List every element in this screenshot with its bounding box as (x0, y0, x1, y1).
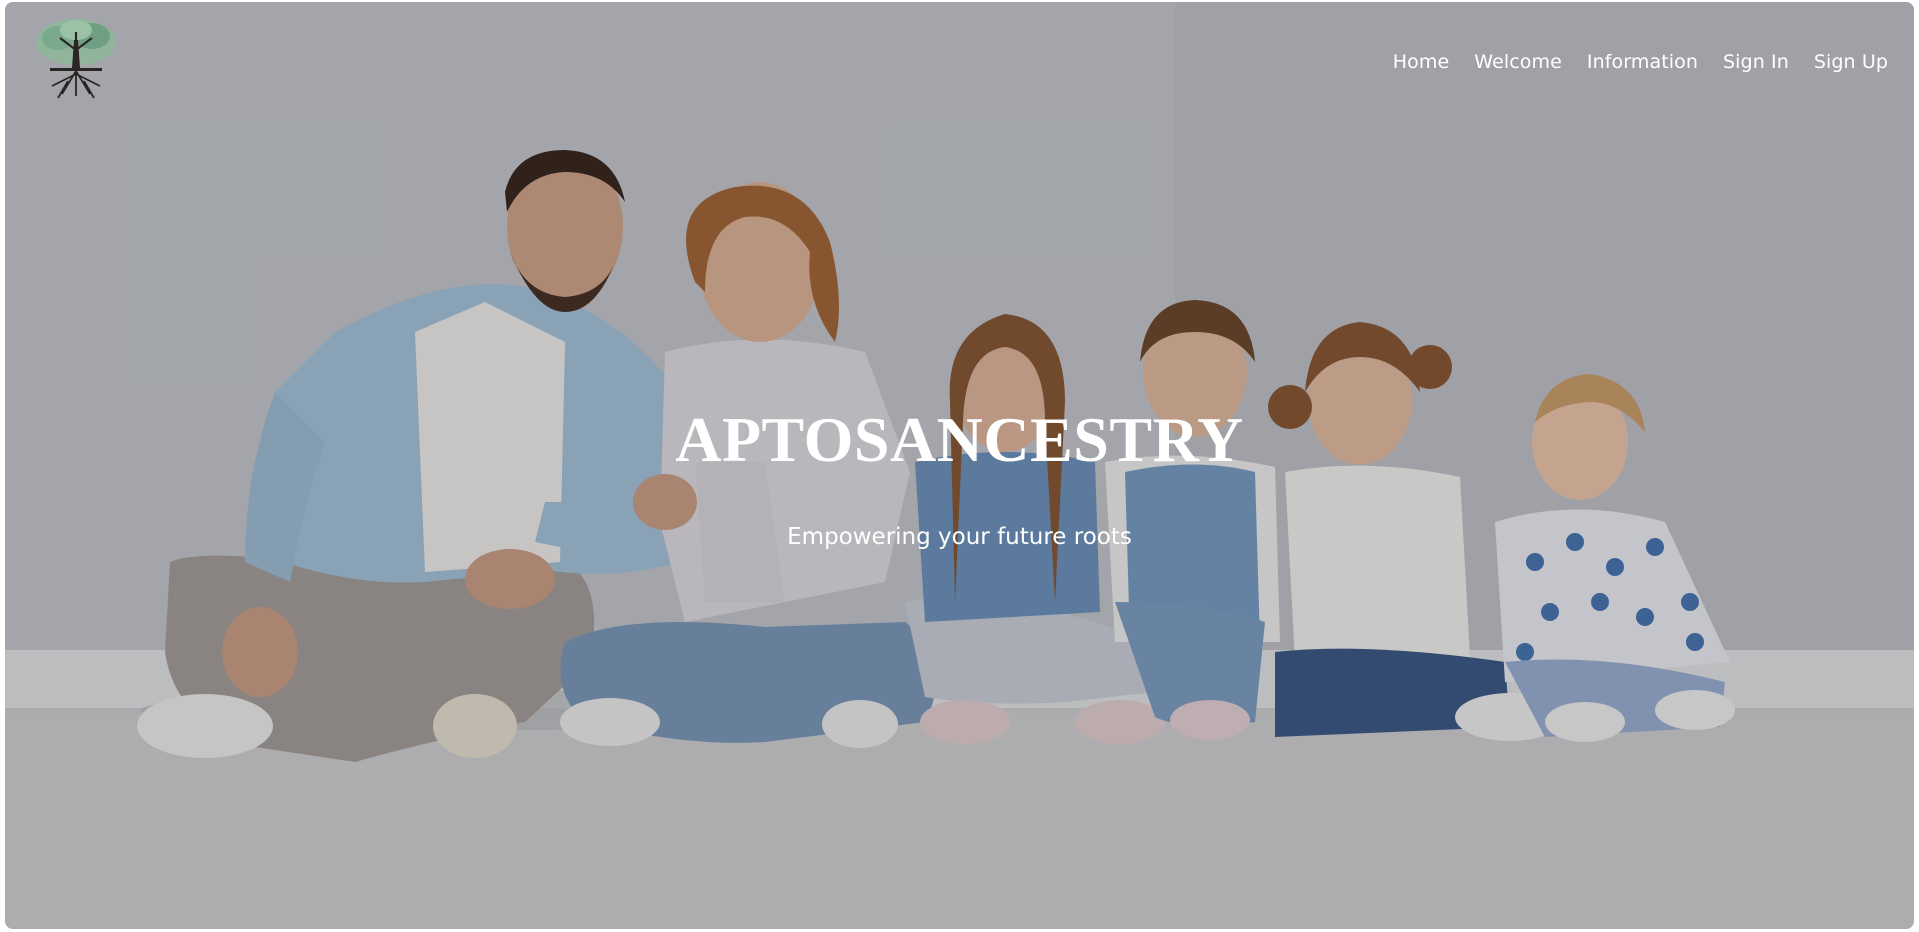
nav-home-link[interactable]: Home (1393, 51, 1450, 73)
hero-title: APTOSANCESTRY (675, 404, 1244, 475)
hero-tagline: Empowering your future roots (787, 524, 1132, 550)
nav-sign-in-link[interactable]: Sign In (1723, 51, 1789, 73)
main-nav: Home Welcome Information Sign In Sign Up (1393, 51, 1888, 73)
nav-information-link[interactable]: Information (1587, 51, 1698, 73)
family-tree-logo-icon[interactable] (32, 16, 120, 102)
nav-sign-up-link[interactable]: Sign Up (1814, 51, 1888, 73)
nav-welcome-link[interactable]: Welcome (1474, 51, 1562, 73)
hero-section: Home Welcome Information Sign In Sign Up… (5, 2, 1914, 929)
